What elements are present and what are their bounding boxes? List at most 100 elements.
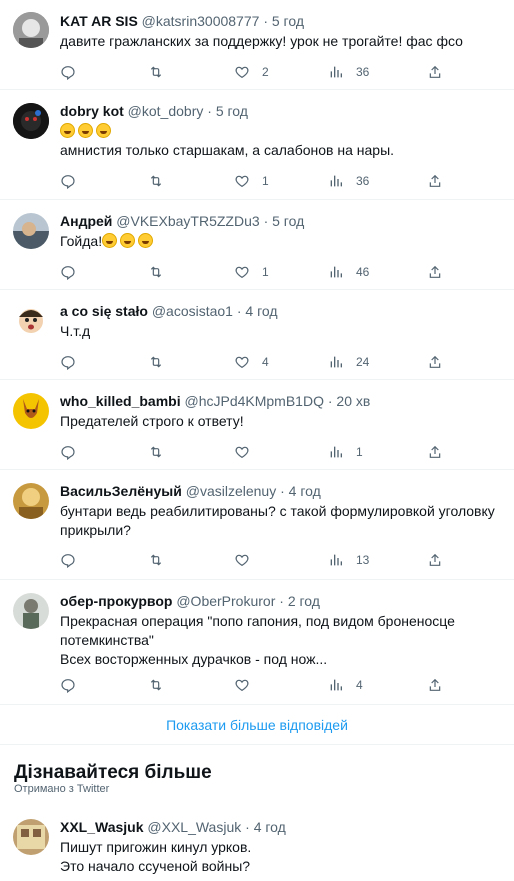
views-button[interactable]: 46 xyxy=(328,262,369,282)
tweet[interactable]: dobry kot @kot_dobry · 5 год амнистия то… xyxy=(0,90,514,200)
reply-button[interactable] xyxy=(60,442,88,462)
author-handle[interactable]: @acosistao1 xyxy=(152,303,233,319)
like-count: 2 xyxy=(262,65,269,79)
tweet-time[interactable]: · 4 год xyxy=(280,483,321,499)
share-icon xyxy=(429,678,441,691)
tweet-header: ВасильЗелёнуый @vasilzelenuy · 4 год xyxy=(60,482,504,500)
tweet-time[interactable]: · 5 год xyxy=(264,213,305,229)
retweet-button[interactable] xyxy=(148,262,176,282)
tweet-time[interactable]: · 4 год xyxy=(237,303,278,319)
tweet-time[interactable]: · 5 год xyxy=(207,103,248,119)
reply-button[interactable] xyxy=(60,262,88,282)
share-button[interactable] xyxy=(427,171,443,191)
tweet-header: Андрей @VKEXbayTR5ZZDu3 · 5 год xyxy=(60,212,504,230)
retweet-button[interactable] xyxy=(148,352,176,372)
author-name[interactable]: ВасильЗелёнуый xyxy=(60,483,182,499)
views-button[interactable]: 24 xyxy=(328,352,369,372)
views-button[interactable]: 4 xyxy=(328,675,363,695)
laughing-emoji-icon xyxy=(102,233,118,248)
like-button[interactable]: 4 xyxy=(234,352,269,372)
reply-button[interactable] xyxy=(60,675,88,695)
avatar[interactable] xyxy=(13,12,49,48)
author-name[interactable]: XXL_Wasjuk xyxy=(60,819,144,835)
like-button[interactable]: 1 xyxy=(234,171,269,191)
views-button[interactable]: 1 xyxy=(328,442,363,462)
views-icon xyxy=(330,679,342,691)
avatar[interactable] xyxy=(13,213,49,249)
reply-button[interactable] xyxy=(60,62,88,82)
like-button[interactable] xyxy=(234,442,262,462)
views-button[interactable]: 13 xyxy=(328,550,369,570)
author-handle[interactable]: @XXL_Wasjuk xyxy=(147,819,241,835)
author-name[interactable]: who_killed_bambi xyxy=(60,393,181,409)
tweet[interactable]: Андрей @VKEXbayTR5ZZDu3 · 5 год Гойда! 1… xyxy=(0,200,514,290)
tweet-time[interactable]: · 5 год xyxy=(263,13,304,29)
author-handle[interactable]: @VKEXbayTR5ZZDu3 xyxy=(116,213,259,229)
divider xyxy=(0,744,514,745)
share-icon xyxy=(429,355,441,368)
reply-icon xyxy=(61,679,75,693)
avatar[interactable] xyxy=(13,483,49,519)
share-button[interactable] xyxy=(427,262,443,282)
author-name[interactable]: a co się stało xyxy=(60,303,148,319)
tweet-text: давите гражланских за поддержку! урок не… xyxy=(60,32,504,51)
tweet-header: XXL_Wasjuk @XXL_Wasjuk · 4 год xyxy=(60,818,504,836)
tweet-time[interactable]: · 20 хв xyxy=(328,393,370,409)
reply-button[interactable] xyxy=(60,550,88,570)
reply-button[interactable] xyxy=(60,352,88,372)
author-name[interactable]: dobry kot xyxy=(60,103,124,119)
retweet-button[interactable] xyxy=(148,550,176,570)
share-button[interactable] xyxy=(427,675,443,695)
author-handle[interactable]: @kot_dobry xyxy=(128,103,204,119)
retweet-button[interactable] xyxy=(148,442,176,462)
like-button[interactable] xyxy=(234,675,262,695)
retweet-button[interactable] xyxy=(148,675,176,695)
like-count: 4 xyxy=(262,355,269,369)
tweet[interactable]: a co się stało @acosistao1 · 4 год Ч.т.д… xyxy=(0,290,514,380)
reply-icon xyxy=(61,446,75,460)
avatar[interactable] xyxy=(13,103,49,139)
views-icon xyxy=(330,356,342,368)
author-name[interactable]: Андрей xyxy=(60,213,112,229)
share-icon xyxy=(429,265,441,278)
laughing-emoji-icon xyxy=(96,123,111,138)
avatar[interactable] xyxy=(13,303,49,339)
tweet[interactable]: who_killed_bambi @hcJPd4KMpmB1DQ · 20 хв… xyxy=(0,380,514,470)
avatar[interactable] xyxy=(13,819,49,855)
like-button[interactable] xyxy=(234,550,262,570)
laughing-emoji-icon xyxy=(120,233,136,248)
author-handle[interactable]: @OberProkuror xyxy=(176,593,275,609)
tweet[interactable]: обер-прокурвор @OberProkuror · 2 год Пре… xyxy=(0,580,514,705)
like-count: 1 xyxy=(262,174,269,188)
tweet[interactable]: XXL_Wasjuk @XXL_Wasjuk · 4 год Пишут при… xyxy=(0,806,514,881)
retweet-button[interactable] xyxy=(148,62,176,82)
share-button[interactable] xyxy=(427,62,443,82)
author-handle[interactable]: @vasilzelenuy xyxy=(186,483,276,499)
share-button[interactable] xyxy=(427,352,443,372)
tweet-text-line: Пишут пригожин кинул урков. xyxy=(60,839,252,855)
tweet[interactable]: KAT AR SIS @katsrin30008777 · 5 год дави… xyxy=(0,0,514,90)
share-button[interactable] xyxy=(427,550,443,570)
like-button[interactable]: 2 xyxy=(234,62,269,82)
like-button[interactable]: 1 xyxy=(234,262,269,282)
retweet-button[interactable] xyxy=(148,171,176,191)
views-count: 1 xyxy=(356,445,363,459)
views-button[interactable]: 36 xyxy=(328,62,369,82)
section-title: Дізнавайтеся більше xyxy=(14,762,212,783)
avatar[interactable] xyxy=(13,593,49,629)
author-name[interactable]: KAT AR SIS xyxy=(60,13,138,29)
reply-icon xyxy=(61,175,75,189)
tweet-time[interactable]: · 4 год xyxy=(245,819,286,835)
avatar[interactable] xyxy=(13,393,49,429)
views-icon xyxy=(330,266,342,278)
author-handle[interactable]: @hcJPd4KMpmB1DQ xyxy=(184,393,323,409)
views-count: 46 xyxy=(356,265,370,279)
show-more-replies-link[interactable]: Показати більше відповідей xyxy=(0,717,514,733)
author-handle[interactable]: @katsrin30008777 xyxy=(142,13,260,29)
tweet[interactable]: ВасильЗелёнуый @vasilzelenuy · 4 год бун… xyxy=(0,470,514,580)
views-button[interactable]: 36 xyxy=(328,171,369,191)
tweet-time[interactable]: · 2 год xyxy=(279,593,320,609)
share-button[interactable] xyxy=(427,442,443,462)
author-name[interactable]: обер-прокурвор xyxy=(60,593,172,609)
reply-button[interactable] xyxy=(60,171,88,191)
